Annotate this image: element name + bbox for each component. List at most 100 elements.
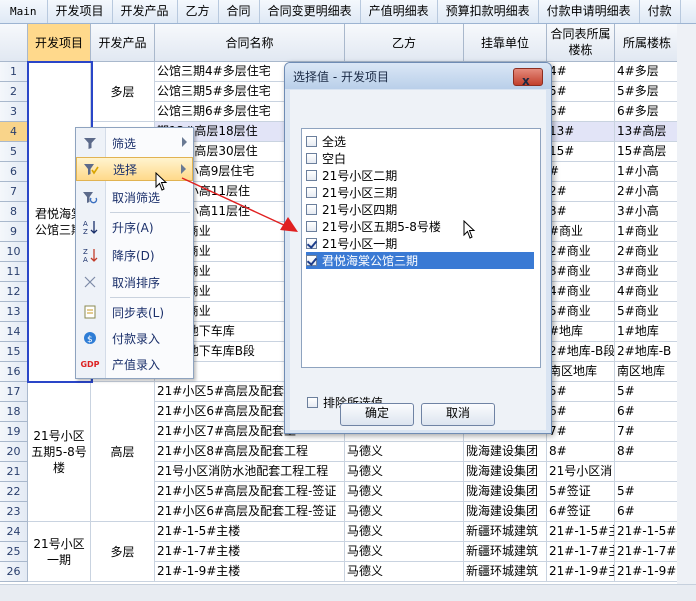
value-checkbox[interactable] xyxy=(306,187,317,198)
own-building-cell[interactable]: 7# xyxy=(615,422,680,442)
value-checkbox[interactable] xyxy=(306,136,317,147)
row-number[interactable]: 7 xyxy=(0,182,28,202)
building-cell[interactable]: 2#地库-B段 xyxy=(547,342,615,362)
menu-item-filter[interactable]: 筛选 xyxy=(76,131,193,155)
row-number[interactable]: 24 xyxy=(0,522,28,542)
affiliate-cell[interactable]: 新疆环城建筑 xyxy=(464,562,547,582)
column-header-product[interactable]: 开发产品 xyxy=(91,24,155,62)
party-b-cell[interactable]: 马德义 xyxy=(345,442,464,462)
value-list-item[interactable]: 21号小区三期 xyxy=(306,184,534,201)
row-number[interactable]: 25 xyxy=(0,542,28,562)
column-header-party-b[interactable]: 乙方 xyxy=(345,24,464,62)
cancel-button[interactable]: 取消 xyxy=(421,403,495,426)
party-b-cell[interactable]: 马德义 xyxy=(345,462,464,482)
row-number[interactable]: 26 xyxy=(0,562,28,582)
own-building-cell[interactable]: 4#多层 xyxy=(615,62,680,82)
row-number[interactable]: 12 xyxy=(0,282,28,302)
project-cell-c[interactable]: 21号小区一期 xyxy=(28,522,91,582)
row-number[interactable]: 14 xyxy=(0,322,28,342)
own-building-cell[interactable]: 5# xyxy=(615,382,680,402)
row-number[interactable]: 11 xyxy=(0,262,28,282)
own-building-cell[interactable]: 3#小高 xyxy=(615,202,680,222)
party-b-cell[interactable]: 马德义 xyxy=(345,542,464,562)
own-building-cell[interactable]: 21#-1-7# xyxy=(615,542,680,562)
own-building-cell[interactable]: 2#小高 xyxy=(615,182,680,202)
building-cell[interactable]: 6# xyxy=(547,102,615,122)
sheet-tab[interactable]: 预算扣款明细表 xyxy=(438,0,539,23)
building-cell[interactable]: 5#商业 xyxy=(547,302,615,322)
affiliate-cell[interactable]: 陇海建设集团 xyxy=(464,462,547,482)
row-number[interactable]: 20 xyxy=(0,442,28,462)
value-checkbox[interactable] xyxy=(306,221,317,232)
menu-item-sort-asc[interactable]: AZ 升序(A) xyxy=(76,215,193,239)
close-button[interactable]: x xyxy=(513,68,543,88)
row-number[interactable]: 17 xyxy=(0,382,28,402)
product-cell-a[interactable]: 多层 xyxy=(91,62,155,122)
row-number[interactable]: 22 xyxy=(0,482,28,502)
building-cell[interactable]: 5# xyxy=(547,382,615,402)
building-cell[interactable]: 21#-1-5#主 xyxy=(547,522,615,542)
building-cell[interactable]: 7# xyxy=(547,422,615,442)
building-cell[interactable]: 8# xyxy=(547,442,615,462)
building-cell[interactable]: 2#商业 xyxy=(547,242,615,262)
building-cell[interactable]: 21#-1-9#主 xyxy=(547,562,615,582)
building-cell[interactable]: 6# xyxy=(547,402,615,422)
menu-item-cancel-filter[interactable]: 取消筛选 xyxy=(76,185,193,209)
own-building-cell[interactable]: 6# xyxy=(615,502,680,522)
product-cell-b[interactable]: 高层 xyxy=(91,382,155,522)
horizontal-scrollbar[interactable] xyxy=(0,584,696,601)
column-header-affiliate[interactable]: 挂靠单位 xyxy=(464,24,547,62)
affiliate-cell[interactable]: 陇海建设集团 xyxy=(464,482,547,502)
own-building-cell[interactable]: 6#多层 xyxy=(615,102,680,122)
row-number[interactable]: 5 xyxy=(0,142,28,162)
own-building-cell[interactable]: 21#-1-9# xyxy=(615,562,680,582)
affiliate-cell[interactable]: 陇海建设集团 xyxy=(464,442,547,462)
building-cell[interactable]: 3#商业 xyxy=(547,262,615,282)
column-header-own-building[interactable]: 所属楼栋 xyxy=(615,24,680,62)
building-cell[interactable]: 4# xyxy=(547,62,615,82)
building-cell[interactable]: 13# xyxy=(547,122,615,142)
product-cell-c[interactable]: 多层 xyxy=(91,522,155,582)
row-number[interactable]: 1 xyxy=(0,62,28,82)
sheet-tab[interactable]: 开发产品 xyxy=(113,0,178,23)
building-cell[interactable]: #商业 xyxy=(547,222,615,242)
sheet-tab[interactable]: 合同 xyxy=(219,0,260,23)
own-building-cell[interactable]: 2#地库-B xyxy=(615,342,680,362)
value-list-item[interactable]: 空白 xyxy=(306,150,534,167)
value-checkbox[interactable] xyxy=(306,238,317,249)
building-cell[interactable]: 南区地库 xyxy=(547,362,615,382)
column-header-project[interactable]: 开发项目 xyxy=(28,24,91,62)
vertical-scrollbar[interactable] xyxy=(677,24,696,584)
own-building-cell[interactable]: 南区地库 xyxy=(615,362,680,382)
own-building-cell[interactable]: 2#商业 xyxy=(615,242,680,262)
row-number[interactable]: 10 xyxy=(0,242,28,262)
menu-item-sync[interactable]: 同步表(L) xyxy=(76,300,193,324)
affiliate-cell[interactable]: 新疆环城建筑 xyxy=(464,522,547,542)
building-cell[interactable]: 5# xyxy=(547,82,615,102)
menu-item-sort-desc[interactable]: ZA 降序(D) xyxy=(76,243,193,267)
own-building-cell[interactable]: 3#商业 xyxy=(615,262,680,282)
tab-main[interactable]: Main xyxy=(0,0,48,23)
row-number[interactable]: 4 xyxy=(0,122,28,142)
value-list-item[interactable]: 21号小区一期 xyxy=(306,235,534,252)
own-building-cell[interactable]: 1#地库 xyxy=(615,322,680,342)
own-building-cell[interactable]: 6# xyxy=(615,402,680,422)
own-building-cell[interactable] xyxy=(615,462,680,482)
sheet-tab[interactable]: 产值明细表 xyxy=(361,0,438,23)
building-cell[interactable]: # xyxy=(547,162,615,182)
sheet-tab[interactable]: 付款 xyxy=(640,0,681,23)
contract-name-cell[interactable]: 21#-1-5#主楼 xyxy=(155,522,345,542)
value-checkbox[interactable] xyxy=(306,170,317,181)
own-building-cell[interactable]: 4#商业 xyxy=(615,282,680,302)
building-cell[interactable]: 2# xyxy=(547,182,615,202)
menu-item-cancel-sort[interactable]: 取消排序 xyxy=(76,270,193,294)
value-list-item[interactable]: 全选 xyxy=(306,133,534,150)
exclude-checkbox[interactable] xyxy=(307,397,318,408)
grid-corner[interactable] xyxy=(0,24,28,62)
value-checkbox[interactable] xyxy=(306,255,317,266)
building-cell[interactable]: 4#商业 xyxy=(547,282,615,302)
row-number[interactable]: 19 xyxy=(0,422,28,442)
contract-name-cell[interactable]: 21#小区8#高层及配套工程 xyxy=(155,442,345,462)
row-number[interactable]: 21 xyxy=(0,462,28,482)
menu-item-output[interactable]: GDP 产值录入 xyxy=(76,352,193,376)
